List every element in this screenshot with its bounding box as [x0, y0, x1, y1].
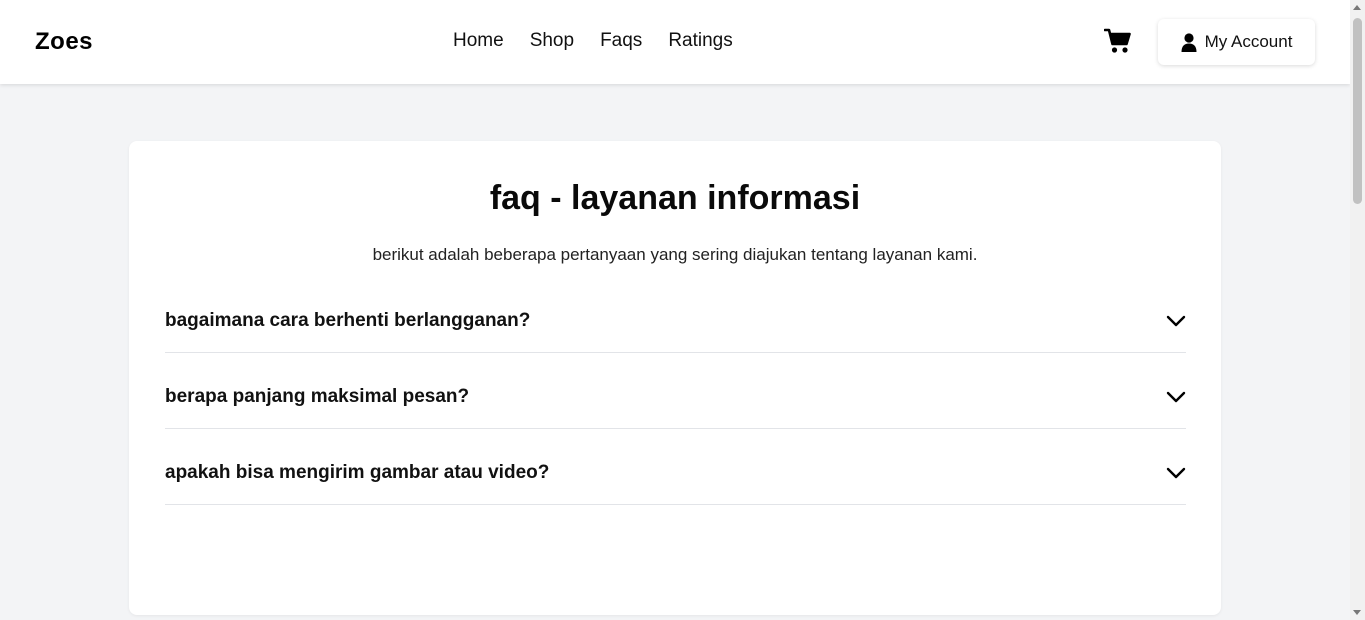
top-navbar: Zoes Home Shop Faqs Ratings My Account [0, 0, 1350, 84]
faq-item[interactable]: bagaimana cara berhenti berlangganan? [165, 286, 1186, 353]
user-icon [1181, 32, 1197, 52]
faq-card: faq - layanan informasi berikut adalah b… [129, 141, 1221, 615]
page-scrollbar[interactable] [1350, 0, 1365, 620]
faq-list: bagaimana cara berhenti berlangganan? be… [165, 286, 1186, 505]
cart-icon [1103, 28, 1131, 53]
chevron-down-icon [1166, 467, 1186, 479]
my-account-button[interactable]: My Account [1158, 19, 1315, 65]
faq-question: berapa panjang maksimal pesan? [165, 386, 470, 407]
my-account-label: My Account [1204, 32, 1293, 51]
nav-link-shop[interactable]: Shop [530, 30, 574, 52]
chevron-down-icon [1166, 391, 1186, 403]
faq-item[interactable]: apakah bisa mengirim gambar atau video? [165, 429, 1186, 505]
page-subtitle: berikut adalah beberapa pertanyaan yang … [372, 245, 978, 264]
nav-link-ratings[interactable]: Ratings [668, 30, 732, 52]
nav-link-home[interactable]: Home [453, 30, 504, 52]
brand-logo[interactable]: Zoes [35, 28, 93, 56]
main-nav: Home Shop Faqs Ratings [453, 30, 733, 52]
scroll-up-arrow-icon[interactable] [1353, 5, 1361, 10]
faq-question: apakah bisa mengirim gambar atau video? [165, 462, 550, 483]
scroll-down-arrow-icon[interactable] [1353, 610, 1361, 615]
cart-button[interactable] [1103, 28, 1134, 56]
faq-question: bagaimana cara berhenti berlangganan? [165, 310, 531, 331]
page-title: faq - layanan informasi [489, 179, 861, 217]
nav-link-faqs[interactable]: Faqs [600, 30, 642, 52]
scroll-thumb[interactable] [1353, 18, 1362, 204]
chevron-down-icon [1166, 315, 1186, 327]
faq-item[interactable]: berapa panjang maksimal pesan? [165, 353, 1186, 429]
